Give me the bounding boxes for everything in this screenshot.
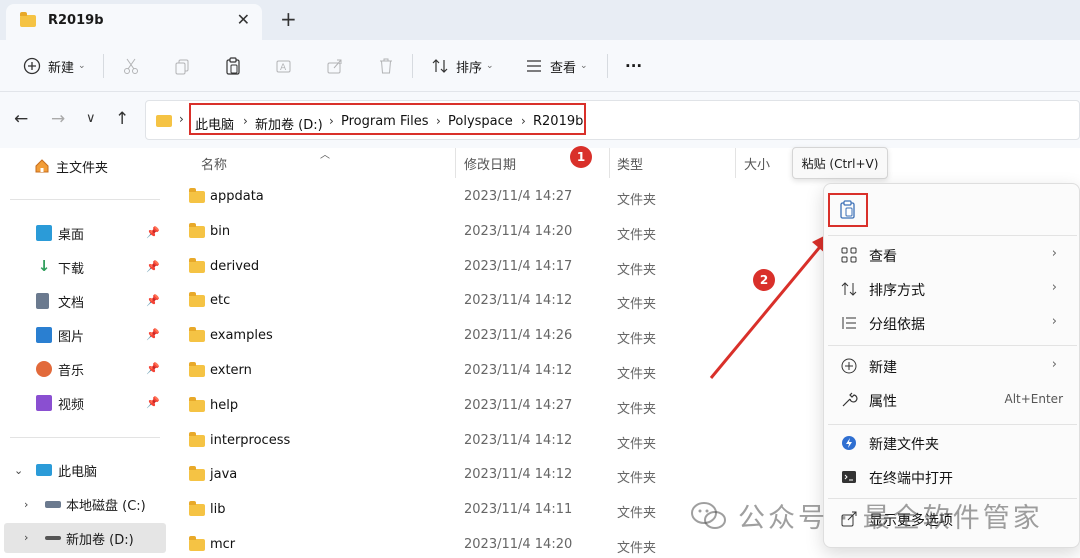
wechat-icon (690, 500, 728, 532)
menu-item-label: 排序方式 (869, 283, 925, 299)
paste-highlight (828, 193, 868, 227)
menu-item-label: 新建 (869, 360, 897, 376)
group-list-icon (840, 314, 858, 332)
paste-tooltip: 粘贴 (Ctrl+V) (792, 147, 888, 179)
menu-item-sort[interactable]: 排序方式 › (824, 272, 1079, 306)
chevron-right-icon: › (1051, 280, 1057, 295)
menu-item-view[interactable]: 查看 › (824, 238, 1079, 272)
menu-item-label: 查看 (869, 249, 897, 265)
new-folder-icon (840, 434, 858, 452)
menu-item-new[interactable]: 新建 › (824, 349, 1079, 383)
menu-item-open-terminal[interactable]: 在终端中打开 (824, 460, 1079, 494)
plus-circle-icon (840, 357, 858, 375)
watermark-text: 公众号 · 最全软件管家 (738, 503, 1043, 534)
menu-item-label: 属性 (869, 394, 897, 410)
terminal-icon (840, 468, 858, 486)
menu-item-properties[interactable]: 属性 Alt+Enter (824, 383, 1079, 417)
menu-item-label: 新建文件夹 (869, 437, 939, 453)
grid-icon (840, 246, 858, 264)
paste-icon[interactable] (839, 200, 857, 224)
menu-item-label: 在终端中打开 (869, 471, 953, 487)
chevron-right-icon: › (1051, 246, 1057, 261)
chevron-right-icon: › (1051, 357, 1057, 372)
sort-icon (840, 280, 858, 298)
menu-item-group[interactable]: 分组依据 › (824, 306, 1079, 340)
shortcut-label: Alt+Enter (1004, 392, 1063, 406)
wrench-icon (840, 391, 858, 409)
menu-item-new-folder[interactable]: 新建文件夹 (824, 426, 1079, 460)
menu-item-label: 分组依据 (869, 317, 925, 333)
watermark: 公众号 · 最全软件管家 (690, 496, 1043, 535)
chevron-right-icon: › (1051, 314, 1057, 329)
context-menu: 查看 › 排序方式 › 分组依据 › 新建 › 属性 Alt+Enter 新建文… (823, 183, 1080, 548)
